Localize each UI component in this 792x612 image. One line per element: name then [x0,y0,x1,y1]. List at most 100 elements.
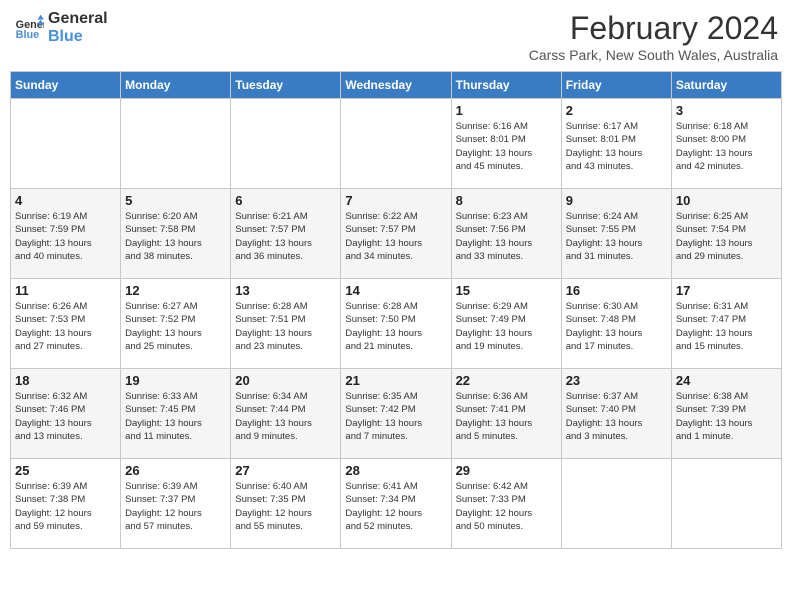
col-header-monday: Monday [121,72,231,99]
cell-date-number: 27 [235,463,336,478]
cell-sun-info: Sunrise: 6:21 AM Sunset: 7:57 PM Dayligh… [235,210,336,263]
cell-sun-info: Sunrise: 6:39 AM Sunset: 7:37 PM Dayligh… [125,480,226,533]
cell-sun-info: Sunrise: 6:30 AM Sunset: 7:48 PM Dayligh… [566,300,667,353]
calendar-cell: 3 Sunrise: 6:18 AM Sunset: 8:00 PM Daylig… [671,99,781,189]
calendar-cell: 1Sunrise: 6:16 AM Sunset: 8:01 PM Daylig… [451,99,561,189]
calendar-cell: 26 Sunrise: 6:39 AM Sunset: 7:37 PM Dayli… [121,459,231,549]
calendar-cell: 16Sunrise: 6:30 AM Sunset: 7:48 PM Dayli… [561,279,671,369]
cell-date-number: 19 [125,373,226,388]
cell-date-number: 8 [456,193,557,208]
calendar-cell: 25 Sunrise: 6:39 AM Sunset: 7:38 PM Dayli… [11,459,121,549]
cell-sun-info: Sunrise: 6:17 AM Sunset: 8:01 PM Dayligh… [566,120,667,173]
calendar-cell: 14Sunrise: 6:28 AM Sunset: 7:50 PM Dayli… [341,279,451,369]
calendar-cell: 9 Sunrise: 6:24 AM Sunset: 7:55 PM Daylig… [561,189,671,279]
calendar-cell: 5 Sunrise: 6:20 AM Sunset: 7:58 PM Daylig… [121,189,231,279]
calendar-cell [341,99,451,189]
calendar-cell: 17 Sunrise: 6:31 AM Sunset: 7:47 PM Dayli… [671,279,781,369]
cell-date-number: 2 [566,103,667,118]
cell-sun-info: Sunrise: 6:19 AM Sunset: 7:59 PM Dayligh… [15,210,116,263]
calendar-cell: 21 Sunrise: 6:35 AM Sunset: 7:42 PM Dayli… [341,369,451,459]
cell-sun-info: Sunrise: 6:22 AM Sunset: 7:57 PM Dayligh… [345,210,446,263]
calendar-week-row: 25 Sunrise: 6:39 AM Sunset: 7:38 PM Dayli… [11,459,782,549]
cell-sun-info: Sunrise: 6:35 AM Sunset: 7:42 PM Dayligh… [345,390,446,443]
cell-date-number: 22 [456,373,557,388]
col-header-wednesday: Wednesday [341,72,451,99]
cell-date-number: 18 [15,373,116,388]
cell-date-number: 17 [676,283,777,298]
cell-sun-info: Sunrise: 6:40 AM Sunset: 7:35 PM Dayligh… [235,480,336,533]
calendar-header-row: SundayMondayTuesdayWednesdayThursdayFrid… [11,72,782,99]
cell-date-number: 12 [125,283,226,298]
calendar-cell: 12 Sunrise: 6:27 AM Sunset: 7:52 PM Dayli… [121,279,231,369]
calendar-cell: 24 Sunrise: 6:38 AM Sunset: 7:39 PM Dayli… [671,369,781,459]
cell-date-number: 10 [676,193,777,208]
location-subtitle: Carss Park, New South Wales, Australia [529,47,778,63]
calendar-cell: 2 Sunrise: 6:17 AM Sunset: 8:01 PM Daylig… [561,99,671,189]
cell-sun-info: Sunrise: 6:18 AM Sunset: 8:00 PM Dayligh… [676,120,777,173]
cell-date-number: 25 [15,463,116,478]
title-block: February 2024 Carss Park, New South Wale… [529,10,778,63]
cell-date-number: 6 [235,193,336,208]
calendar-cell: 18 Sunrise: 6:32 AM Sunset: 7:46 PM Dayli… [11,369,121,459]
cell-date-number: 9 [566,193,667,208]
cell-sun-info: Sunrise: 6:31 AM Sunset: 7:47 PM Dayligh… [676,300,777,353]
cell-date-number: 23 [566,373,667,388]
cell-date-number: 20 [235,373,336,388]
cell-date-number: 15 [456,283,557,298]
cell-sun-info: Sunrise: 6:24 AM Sunset: 7:55 PM Dayligh… [566,210,667,263]
calendar-cell: 15 Sunrise: 6:29 AM Sunset: 7:49 PM Dayli… [451,279,561,369]
cell-date-number: 4 [15,193,116,208]
logo-blue: Blue [48,28,108,46]
cell-sun-info: Sunrise: 6:32 AM Sunset: 7:46 PM Dayligh… [15,390,116,443]
calendar-cell: 11 Sunrise: 6:26 AM Sunset: 7:53 PM Dayli… [11,279,121,369]
calendar-cell: 27 Sunrise: 6:40 AM Sunset: 7:35 PM Dayli… [231,459,341,549]
logo-icon: General Blue [14,13,44,43]
cell-sun-info: Sunrise: 6:42 AM Sunset: 7:33 PM Dayligh… [456,480,557,533]
cell-sun-info: Sunrise: 6:27 AM Sunset: 7:52 PM Dayligh… [125,300,226,353]
col-header-thursday: Thursday [451,72,561,99]
calendar-cell [231,99,341,189]
cell-date-number: 7 [345,193,446,208]
calendar-cell [561,459,671,549]
cell-sun-info: Sunrise: 6:41 AM Sunset: 7:34 PM Dayligh… [345,480,446,533]
cell-sun-info: Sunrise: 6:28 AM Sunset: 7:51 PM Dayligh… [235,300,336,353]
cell-date-number: 11 [15,283,116,298]
page-header: General Blue General Blue February 2024 … [10,10,782,63]
cell-sun-info: Sunrise: 6:33 AM Sunset: 7:45 PM Dayligh… [125,390,226,443]
logo-general: General [48,10,108,28]
cell-date-number: 3 [676,103,777,118]
cell-date-number: 5 [125,193,226,208]
cell-sun-info: Sunrise: 6:25 AM Sunset: 7:54 PM Dayligh… [676,210,777,263]
cell-date-number: 13 [235,283,336,298]
col-header-sunday: Sunday [11,72,121,99]
cell-date-number: 14 [345,283,446,298]
calendar-cell [671,459,781,549]
svg-text:Blue: Blue [16,29,39,41]
calendar-week-row: 1Sunrise: 6:16 AM Sunset: 8:01 PM Daylig… [11,99,782,189]
calendar-cell: 10 Sunrise: 6:25 AM Sunset: 7:54 PM Dayli… [671,189,781,279]
calendar-cell: 4 Sunrise: 6:19 AM Sunset: 7:59 PM Daylig… [11,189,121,279]
calendar-cell: 19 Sunrise: 6:33 AM Sunset: 7:45 PM Dayli… [121,369,231,459]
cell-date-number: 26 [125,463,226,478]
calendar-cell: 22Sunrise: 6:36 AM Sunset: 7:41 PM Dayli… [451,369,561,459]
cell-date-number: 29 [456,463,557,478]
calendar-week-row: 4 Sunrise: 6:19 AM Sunset: 7:59 PM Daylig… [11,189,782,279]
calendar-cell: 28Sunrise: 6:41 AM Sunset: 7:34 PM Dayli… [341,459,451,549]
cell-sun-info: Sunrise: 6:26 AM Sunset: 7:53 PM Dayligh… [15,300,116,353]
cell-sun-info: Sunrise: 6:38 AM Sunset: 7:39 PM Dayligh… [676,390,777,443]
col-header-saturday: Saturday [671,72,781,99]
calendar-cell [121,99,231,189]
calendar-cell: 23Sunrise: 6:37 AM Sunset: 7:40 PM Dayli… [561,369,671,459]
cell-sun-info: Sunrise: 6:16 AM Sunset: 8:01 PM Dayligh… [456,120,557,173]
logo: General Blue General Blue [14,10,108,45]
cell-sun-info: Sunrise: 6:20 AM Sunset: 7:58 PM Dayligh… [125,210,226,263]
cell-sun-info: Sunrise: 6:39 AM Sunset: 7:38 PM Dayligh… [15,480,116,533]
calendar-cell: 29 Sunrise: 6:42 AM Sunset: 7:33 PM Dayli… [451,459,561,549]
cell-date-number: 24 [676,373,777,388]
month-title: February 2024 [529,10,778,47]
calendar-cell [11,99,121,189]
cell-sun-info: Sunrise: 6:34 AM Sunset: 7:44 PM Dayligh… [235,390,336,443]
cell-sun-info: Sunrise: 6:29 AM Sunset: 7:49 PM Dayligh… [456,300,557,353]
cell-date-number: 21 [345,373,446,388]
calendar-cell: 7 Sunrise: 6:22 AM Sunset: 7:57 PM Daylig… [341,189,451,279]
